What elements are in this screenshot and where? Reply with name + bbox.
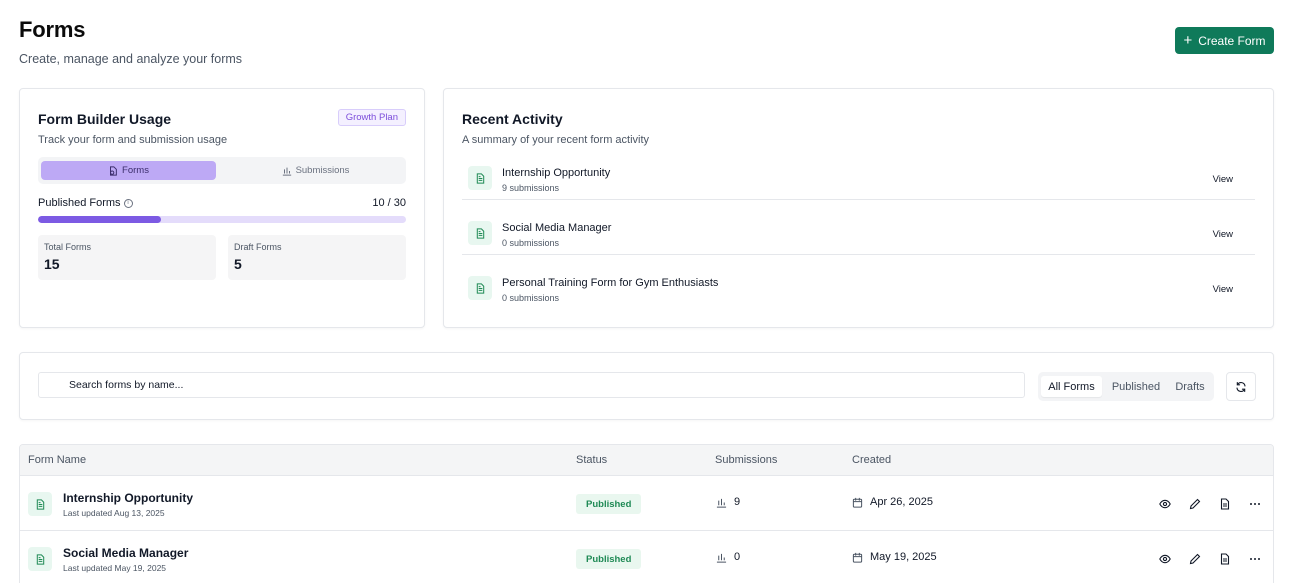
activity-title: Recent Activity	[462, 111, 563, 127]
column-header: Status	[576, 454, 608, 466]
activity-item-sub: 0 submissions	[502, 293, 560, 303]
total-forms-value: 15	[44, 256, 60, 272]
submissions-cell: 0	[716, 551, 740, 563]
draft-forms-stat: Draft Forms 5	[228, 235, 406, 280]
more-icon[interactable]	[1247, 496, 1262, 511]
bar-chart-icon	[282, 167, 291, 176]
table-row[interactable]: Social Media Manager Last updated May 19…	[20, 531, 1273, 583]
filter-all-forms[interactable]: All Forms	[1041, 376, 1102, 397]
status-filter-group: All Forms Published Drafts	[1038, 372, 1214, 401]
refresh-icon	[1236, 381, 1246, 392]
activity-view-link[interactable]: View	[1213, 174, 1233, 185]
document-icon	[468, 221, 492, 245]
form-name[interactable]: Social Media Manager	[63, 546, 188, 560]
forms-table: Form Name Status Submissions Created Int…	[19, 444, 1274, 583]
create-form-label: Create Form	[1198, 33, 1266, 48]
plan-badge: Growth Plan	[337, 109, 406, 126]
table-row[interactable]: Internship Opportunity Last updated Aug …	[20, 476, 1273, 531]
form-updated: Last updated May 19, 2025	[63, 563, 167, 573]
more-icon[interactable]	[1247, 551, 1262, 566]
filter-drafts[interactable]: Drafts	[1169, 376, 1211, 397]
column-header: Form Name	[28, 454, 87, 466]
tab-forms-label: Forms	[122, 165, 149, 176]
document-icon	[28, 547, 52, 571]
status-badge: Published	[576, 494, 642, 514]
created-cell: Apr 26, 2025	[852, 496, 933, 508]
row-actions	[1157, 551, 1262, 566]
total-forms-stat: Total Forms 15	[38, 235, 216, 280]
row-actions	[1157, 496, 1262, 511]
view-icon[interactable]	[1157, 496, 1172, 511]
activity-item-sub: 9 submissions	[502, 183, 560, 193]
draft-forms-value: 5	[234, 256, 242, 272]
published-label-group: Published Forms i	[38, 197, 133, 209]
filter-published[interactable]: Published	[1104, 376, 1168, 397]
column-header: Created	[852, 454, 892, 466]
activity-item: Personal Training Form for Gym Enthusias…	[462, 255, 1255, 310]
published-progress-bar	[38, 216, 406, 223]
plus-icon: +	[1183, 31, 1193, 49]
usage-toggle: Forms Submissions	[38, 157, 406, 184]
created-cell: May 19, 2025	[852, 551, 937, 563]
tab-forms[interactable]: Forms	[41, 161, 216, 180]
activity-item: Internship Opportunity 9 submissions Vie…	[462, 145, 1255, 200]
forms-icon	[110, 165, 117, 176]
published-label: Published Forms	[38, 197, 121, 209]
usage-title: Form Builder Usage	[38, 111, 172, 127]
bar-chart-icon	[716, 553, 727, 563]
activity-view-link[interactable]: View	[1213, 229, 1233, 240]
search-filter-card: All Forms Published Drafts	[19, 352, 1274, 420]
usage-card: Form Builder Usage Growth Plan Track you…	[19, 88, 425, 328]
published-progress-fill	[38, 216, 161, 223]
activity-item-name: Internship Opportunity	[502, 167, 611, 179]
column-header: Submissions	[715, 454, 778, 466]
submissions-cell: 9	[716, 496, 740, 508]
status-badge: Published	[576, 549, 642, 569]
form-name[interactable]: Internship Opportunity	[63, 491, 193, 505]
tab-submissions-label: Submissions	[295, 165, 350, 176]
activity-item-name: Personal Training Form for Gym Enthusias…	[502, 277, 719, 289]
refresh-button[interactable]	[1226, 372, 1256, 401]
published-count: 10 / 30	[372, 197, 406, 209]
activity-item-name: Social Media Manager	[502, 222, 612, 234]
view-icon[interactable]	[1157, 551, 1172, 566]
document-icon	[468, 276, 492, 300]
published-row: Published Forms i 10 / 30	[38, 197, 406, 209]
document-icon[interactable]	[1217, 496, 1232, 511]
activity-item-sub: 0 submissions	[502, 238, 560, 248]
recent-activity-card: Recent Activity A summary of your recent…	[443, 88, 1274, 328]
usage-description: Track your form and submission usage	[38, 134, 228, 146]
created-date: May 19, 2025	[870, 551, 937, 563]
submissions-count: 0	[734, 551, 741, 563]
document-icon	[28, 492, 52, 516]
bar-chart-icon	[716, 498, 727, 508]
calendar-icon	[852, 552, 863, 563]
draft-forms-label: Draft Forms	[234, 242, 282, 252]
page-header: Forms Create, manage and analyze your fo…	[19, 17, 242, 66]
edit-icon[interactable]	[1187, 496, 1202, 511]
page-subtitle: Create, manage and analyze your forms	[19, 52, 243, 66]
tab-submissions[interactable]: Submissions	[228, 161, 403, 180]
submissions-count: 9	[734, 496, 741, 508]
search-input[interactable]	[38, 372, 1025, 398]
calendar-icon	[852, 497, 863, 508]
total-forms-label: Total Forms	[44, 242, 92, 252]
form-updated: Last updated Aug 13, 2025	[63, 508, 165, 518]
document-icon[interactable]	[1217, 551, 1232, 566]
info-icon[interactable]: i	[123, 198, 133, 208]
activity-item: Social Media Manager 0 submissions View	[462, 200, 1255, 255]
document-icon	[468, 166, 492, 190]
activity-view-link[interactable]: View	[1213, 284, 1233, 295]
page-title: Forms	[19, 17, 86, 42]
edit-icon[interactable]	[1187, 551, 1202, 566]
table-header: Form Name Status Submissions Created	[20, 445, 1273, 476]
created-date: Apr 26, 2025	[870, 496, 933, 508]
create-form-button[interactable]: + Create Form	[1175, 27, 1274, 54]
